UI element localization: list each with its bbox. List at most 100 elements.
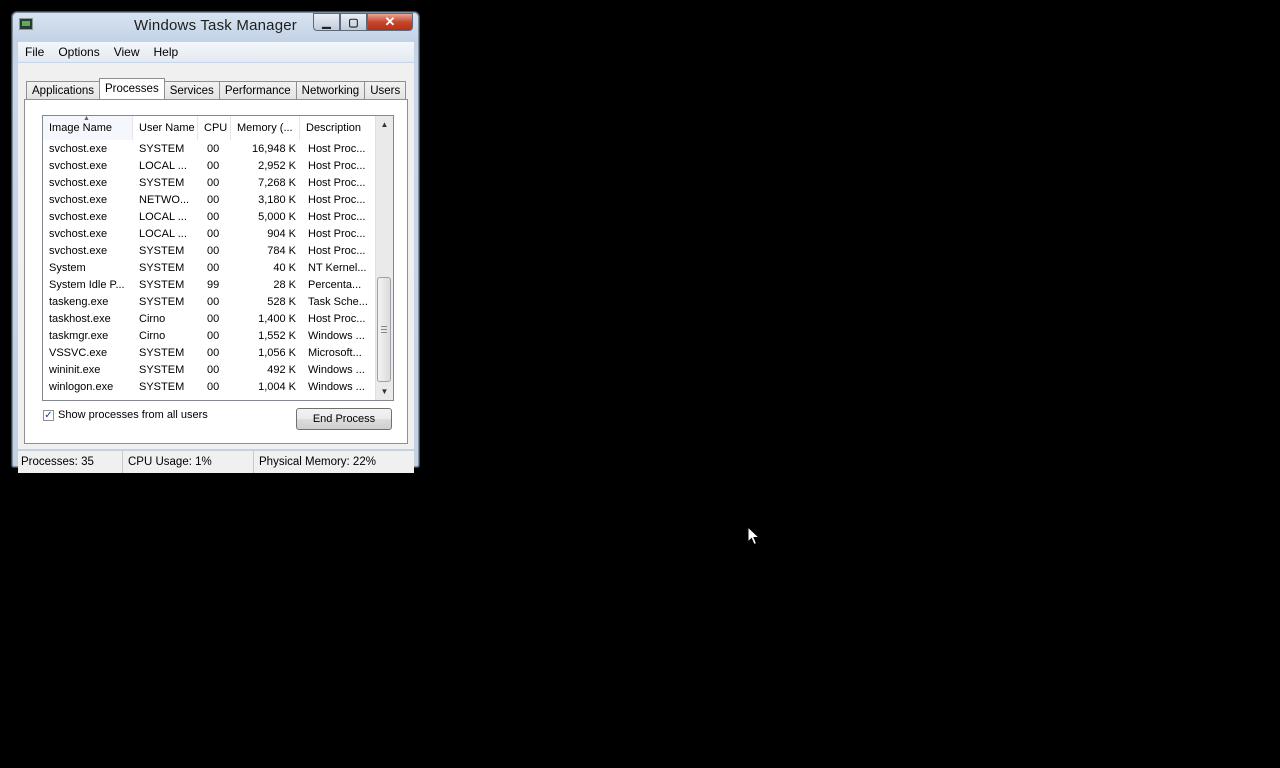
process-user-name: LOCAL ... <box>139 160 187 172</box>
show-all-users-option[interactable]: ✓ Show processes from all users <box>43 409 208 421</box>
scroll-up-icon[interactable]: ▲ <box>376 116 393 133</box>
process-user-name: NETWO... <box>139 194 190 206</box>
process-cpu: 00 <box>207 347 220 359</box>
table-row[interactable]: taskhost.exe Cirno 00 1,400 K Host Proc... <box>43 311 376 328</box>
process-cpu: 00 <box>207 313 220 325</box>
minimize-button[interactable]: ▁ <box>313 13 340 31</box>
process-description: Host Proc... <box>308 245 366 257</box>
table-row[interactable]: svchost.exe LOCAL ... 00 5,000 K Host Proc..… <box>43 209 376 226</box>
column-memory[interactable]: Memory (... <box>231 116 300 140</box>
process-cpu: 00 <box>207 296 220 308</box>
maximize-button[interactable]: ▢ <box>340 13 367 31</box>
table-row[interactable]: svchost.exe LOCAL ... 00 904 K Host Proc... <box>43 226 376 243</box>
process-cpu: 00 <box>207 228 220 240</box>
table-row[interactable]: winlogon.exe SYSTEM 00 1,004 K Windows ... <box>43 379 376 396</box>
tab-processes[interactable]: Processes <box>99 78 165 99</box>
column-cpu-label: CPU <box>204 122 228 134</box>
process-image-name: VSSVC.exe <box>49 347 108 359</box>
scroll-down-icon[interactable]: ▼ <box>376 383 393 400</box>
process-image-name: svchost.exe <box>49 177 108 189</box>
process-image-name: winlogon.exe <box>49 381 114 393</box>
process-image-name: svchost.exe <box>49 245 108 257</box>
table-row[interactable]: svchost.exe SYSTEM 00 784 K Host Proc... <box>43 243 376 260</box>
status-cpu-usage: CPU Usage: 1% <box>123 451 254 473</box>
process-cpu: 00 <box>207 160 220 172</box>
process-cpu: 00 <box>207 245 220 257</box>
table-row[interactable]: svchost.exe LOCAL ... 00 2,952 K Host Proc..… <box>43 158 376 175</box>
process-description: Host Proc... <box>308 211 366 223</box>
table-row[interactable]: svchost.exe SYSTEM 00 16,948 K Host Proc... <box>43 141 376 158</box>
process-memory: 1,056 K <box>258 347 296 359</box>
column-header: ▲ Image Name User Name CPU Memory (... D… <box>43 116 376 140</box>
client-area: Applications Processes Services Performa… <box>18 63 414 449</box>
tab-networking[interactable]: Networking <box>295 81 366 99</box>
vertical-scrollbar[interactable]: ▲ ▼ <box>375 116 393 400</box>
process-rows: svchost.exe SYSTEM 00 16,948 K Host Proc... s… <box>43 141 376 396</box>
mouse-pointer-icon <box>747 526 761 546</box>
process-description: Host Proc... <box>308 143 366 155</box>
menu-file[interactable]: File <box>18 45 51 59</box>
table-row[interactable]: System SYSTEM 00 40 K NT Kernel... <box>43 260 376 277</box>
menu-help[interactable]: Help <box>147 45 186 59</box>
column-description-label: Description <box>306 122 362 134</box>
table-row[interactable]: svchost.exe NETWO... 00 3,180 K Host Proc... <box>43 192 376 209</box>
process-image-name: taskmgr.exe <box>49 330 109 342</box>
process-description: Windows ... <box>308 364 365 376</box>
process-description: Host Proc... <box>308 194 366 206</box>
tab-services[interactable]: Services <box>163 81 220 99</box>
table-row[interactable]: System Idle P... SYSTEM 99 28 K Percenta... <box>43 277 376 294</box>
tab-performance[interactable]: Performance <box>218 81 297 99</box>
show-all-users-checkbox[interactable]: ✓ <box>43 409 54 421</box>
end-process-button[interactable]: End Process <box>296 408 392 430</box>
column-user-name[interactable]: User Name <box>133 116 198 140</box>
scroll-thumb[interactable] <box>377 277 391 382</box>
tab-users[interactable]: Users <box>364 81 407 99</box>
status-processes: Processes: 35 <box>18 451 123 473</box>
process-memory: 3,180 K <box>258 194 296 206</box>
process-image-name: svchost.exe <box>49 228 108 240</box>
process-image-name: svchost.exe <box>49 194 108 206</box>
menu-bar: File Options View Help <box>18 42 414 62</box>
process-image-name: svchost.exe <box>49 143 108 155</box>
process-description: Microsoft... <box>308 347 362 359</box>
table-row[interactable]: VSSVC.exe SYSTEM 00 1,056 K Microsoft... <box>43 345 376 362</box>
process-user-name: SYSTEM <box>139 262 185 274</box>
column-description[interactable]: Description <box>300 116 376 140</box>
process-image-name: svchost.exe <box>49 211 108 223</box>
tab-applications[interactable]: Applications <box>26 81 101 99</box>
process-memory: 1,552 K <box>258 330 296 342</box>
process-list[interactable]: ▲ Image Name User Name CPU Memory (... D… <box>42 115 394 401</box>
process-cpu: 00 <box>207 194 220 206</box>
column-image-name-label: Image Name <box>49 122 112 134</box>
process-cpu: 99 <box>207 279 220 291</box>
process-description: Host Proc... <box>308 177 366 189</box>
process-user-name: SYSTEM <box>139 347 185 359</box>
table-row[interactable]: svchost.exe SYSTEM 00 7,268 K Host Proc... <box>43 175 376 192</box>
process-user-name: SYSTEM <box>139 381 185 393</box>
show-all-users-label[interactable]: Show processes from all users <box>58 409 208 421</box>
title-bar[interactable]: Windows Task Manager ▁ ▢ ✕ <box>12 12 419 40</box>
process-memory: 1,400 K <box>258 313 296 325</box>
process-cpu: 00 <box>207 381 220 393</box>
menu-options[interactable]: Options <box>51 45 106 59</box>
process-memory: 784 K <box>267 245 296 257</box>
column-image-name[interactable]: ▲ Image Name <box>43 116 133 140</box>
process-memory: 28 K <box>273 279 296 291</box>
table-row[interactable]: taskmgr.exe Cirno 00 1,552 K Windows ... <box>43 328 376 345</box>
table-row[interactable]: wininit.exe SYSTEM 00 492 K Windows ... <box>43 362 376 379</box>
process-cpu: 00 <box>207 211 220 223</box>
process-user-name: SYSTEM <box>139 296 185 308</box>
process-memory: 40 K <box>273 262 296 274</box>
process-memory: 7,268 K <box>258 177 296 189</box>
status-bar: Processes: 35 CPU Usage: 1% Physical Mem… <box>18 451 414 473</box>
menu-view[interactable]: View <box>107 45 147 59</box>
process-description: Host Proc... <box>308 228 366 240</box>
column-cpu[interactable]: CPU <box>198 116 231 140</box>
table-row[interactable]: taskeng.exe SYSTEM 00 528 K Task Sche... <box>43 294 376 311</box>
process-memory: 904 K <box>267 228 296 240</box>
process-image-name: wininit.exe <box>49 364 101 376</box>
close-button[interactable]: ✕ <box>367 13 413 31</box>
process-description: Windows ... <box>308 381 365 393</box>
caption-buttons: ▁ ▢ ✕ <box>313 13 413 31</box>
process-description: Task Sche... <box>308 296 368 308</box>
